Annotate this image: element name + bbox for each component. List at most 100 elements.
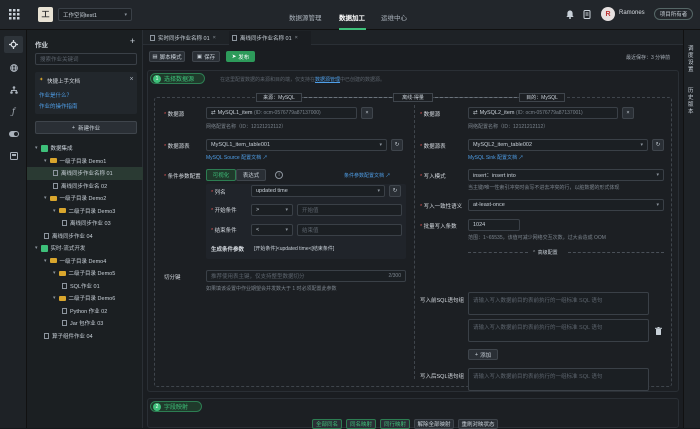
tab-realtime[interactable]: 实时同步作业名称 01 ×	[147, 31, 227, 44]
tree-folder-item[interactable]: ▾ 二级子目录 Demo5	[27, 267, 143, 280]
script-mode-button[interactable]: ▤ 脚本模式	[149, 51, 185, 62]
function-icon[interactable]: ƒ	[9, 107, 18, 116]
refresh-source-button[interactable]: ↻	[391, 139, 403, 151]
tree-folder-item[interactable]: ▾ 一级子目录 Demo1	[27, 155, 143, 168]
write-mode-select[interactable]: insert：insert into ▾	[468, 169, 664, 181]
start-value-input[interactable]: 开始值	[297, 204, 402, 216]
write-mode-hint: 当主键/唯一性索引冲突时会写不进去冲突的行，以脏数据的形式体现	[468, 185, 620, 191]
end-cond-label: * 结束条件	[211, 228, 237, 234]
tab-offline[interactable]: 离线同步作业名称 01 ×	[229, 31, 311, 45]
schedule-settings-tab[interactable]: 调度设置	[688, 46, 697, 74]
add-pre-sql-button[interactable]: + 添加	[468, 349, 498, 360]
refresh-column-button[interactable]: ↻	[389, 185, 401, 197]
column-select[interactable]: updated time ▾	[251, 185, 385, 197]
folder-icon	[58, 208, 66, 214]
tree-folder-item[interactable]: ▾ 实时-流式开发	[27, 242, 143, 255]
chevron-down-icon[interactable]: ▾	[44, 195, 47, 201]
workspace-select[interactable]: 工作空间test1 ▾	[58, 8, 132, 21]
job-search-input[interactable]: 搜索作业关键词	[35, 53, 137, 65]
quick-link-what[interactable]: 作业是什么？	[39, 91, 72, 99]
tree-job-item[interactable]: Jar 包作业 03	[27, 317, 143, 330]
globe-icon[interactable]	[9, 63, 18, 72]
target-datasource-select[interactable]: ⇄ MySQL2_item (ID: ocm-0576779a87137001)	[468, 107, 618, 119]
monitor-icon[interactable]	[9, 151, 18, 160]
chevron-down-icon: ▾	[640, 142, 643, 148]
history-version-tab[interactable]: 历史版本	[688, 88, 697, 116]
chevron-down-icon[interactable]: ▾	[53, 208, 56, 214]
cond-doc-link[interactable]: 条件参数配置文档 ↗	[344, 172, 390, 179]
save-button[interactable]: ▣ 保存	[192, 51, 220, 62]
chevron-down-icon[interactable]: ▾	[44, 158, 47, 164]
pre-sql-input-2[interactable]: 请输入写入数据前目的表前执行的一组标准 SQL 语句	[468, 319, 649, 342]
mode-visual-tab[interactable]: 可视化	[206, 169, 236, 181]
toggle-icon[interactable]	[8, 129, 19, 138]
tree-folder-item[interactable]: ▾ 二级子目录 Demo3	[27, 205, 143, 218]
post-sql-input[interactable]: 请输入写入数据前目的表前执行的一组标准 SQL 语句	[468, 368, 649, 391]
tree-item-label: 二级子目录 Demo6	[68, 296, 116, 303]
step2-card: 2 字段映射 全部同名 同名映射 同行映射 解除全部映射 重刷对映状态	[147, 398, 679, 429]
clear-target-button[interactable]: ×	[622, 107, 634, 119]
nav-processing[interactable]: 数据加工	[339, 12, 365, 22]
gear-icon[interactable]	[4, 36, 23, 53]
end-value-input[interactable]: 结束值	[297, 224, 402, 236]
help-icon[interactable]	[582, 10, 591, 19]
publish-button[interactable]: ➤ 发布	[226, 51, 255, 62]
close-icon[interactable]: ×	[295, 35, 298, 41]
consistency-select[interactable]: at-least-once ▾	[468, 199, 664, 211]
module-icon	[40, 244, 48, 252]
tree-folder-item[interactable]: ▾ 一级子目录 Demo2	[27, 192, 143, 205]
target-table-label: * 数据源表	[420, 144, 446, 150]
info-icon[interactable]: i	[275, 171, 283, 179]
start-op-select[interactable]: > ▾	[251, 204, 293, 216]
flow-icon[interactable]	[9, 85, 18, 94]
file-icon	[232, 35, 237, 41]
target-datasource-label: * 数据源	[420, 112, 441, 118]
target-table-select[interactable]: MySQL2_item_table002 ▾	[468, 139, 648, 151]
nav-ops[interactable]: 运维中心	[381, 12, 407, 22]
tree-folder-item[interactable]: ▾ 一级子目录 Demo4	[27, 255, 143, 268]
new-job-button[interactable]: + 新建作业	[35, 121, 137, 134]
add-icon[interactable]: +	[128, 36, 137, 46]
config-divider	[414, 105, 415, 379]
close-icon[interactable]: ×	[128, 76, 135, 83]
tree-job-item[interactable]: 算子组件作业 04	[27, 330, 143, 343]
tree-job-item[interactable]: 离线同步作业 03	[27, 217, 143, 230]
tree-item-label: 离线同步作业 03	[70, 221, 111, 228]
avatar[interactable]: R	[601, 7, 615, 21]
mode-expr-tab[interactable]: 表达式	[236, 169, 266, 181]
tree-item-label: 一级子目录 Demo4	[59, 258, 107, 265]
send-icon: ➤	[231, 53, 237, 60]
cond-mode-switch: 可视化 表达式	[206, 169, 276, 181]
split-key-input[interactable]: 推荐使用表主键，仅支持整型数据切分 2/300	[206, 270, 406, 282]
chevron-down-icon[interactable]: ▾	[35, 145, 38, 151]
source-doc-link[interactable]: MySQL Source 配置文档 ↗	[206, 154, 268, 161]
tree-folder-item[interactable]: ▾ 数据集成	[27, 142, 143, 155]
tree-job-item[interactable]: 离线同步作业名 02	[27, 180, 143, 193]
apps-grid-icon[interactable]	[8, 8, 20, 20]
clear-source-button[interactable]: ×	[361, 107, 373, 119]
source-datasource-select[interactable]: ⇄ MySQL1_item (ID: ocm-0576779a87137000)	[206, 107, 357, 119]
flow-mid-label: 离线-得量	[393, 93, 433, 102]
batch-size-input[interactable]: 1024	[468, 219, 520, 231]
tree-folder-item[interactable]: ▾ 二级子目录 Demo6	[27, 292, 143, 305]
datasource-manage-link[interactable]: 数据源管理	[315, 77, 340, 83]
tree-job-item[interactable]: 离线同步作业名称 01	[27, 167, 143, 180]
nav-datasource[interactable]: 数据源管理	[289, 12, 322, 22]
trash-icon[interactable]	[654, 327, 662, 335]
tree-job-item[interactable]: Python 作业 02	[27, 305, 143, 318]
advanced-toggle[interactable]: ⌃ 高级配置	[532, 249, 558, 256]
end-op-select[interactable]: < ▾	[251, 224, 293, 236]
close-icon[interactable]: ×	[213, 35, 216, 41]
bell-icon[interactable]	[565, 10, 574, 19]
quick-link-guide[interactable]: 作业的操作指南	[39, 102, 78, 110]
source-table-select[interactable]: MySQL1_item_table001 ▾	[206, 139, 387, 151]
pre-sql-input-1[interactable]: 请输入写入数据前目的表前执行的一组标准 SQL 语句	[468, 292, 649, 315]
chevron-down-icon[interactable]: ▾	[53, 270, 56, 276]
chevron-down-icon[interactable]: ▾	[35, 245, 38, 251]
tree-job-item[interactable]: SQL作业 01	[27, 280, 143, 293]
tree-job-item[interactable]: 离线同步作业 04	[27, 230, 143, 243]
refresh-target-button[interactable]: ↻	[652, 139, 664, 151]
chevron-down-icon[interactable]: ▾	[53, 295, 56, 301]
target-doc-link[interactable]: MySQL Sink 配置文档 ↗	[468, 154, 523, 161]
chevron-down-icon[interactable]: ▾	[44, 258, 47, 264]
